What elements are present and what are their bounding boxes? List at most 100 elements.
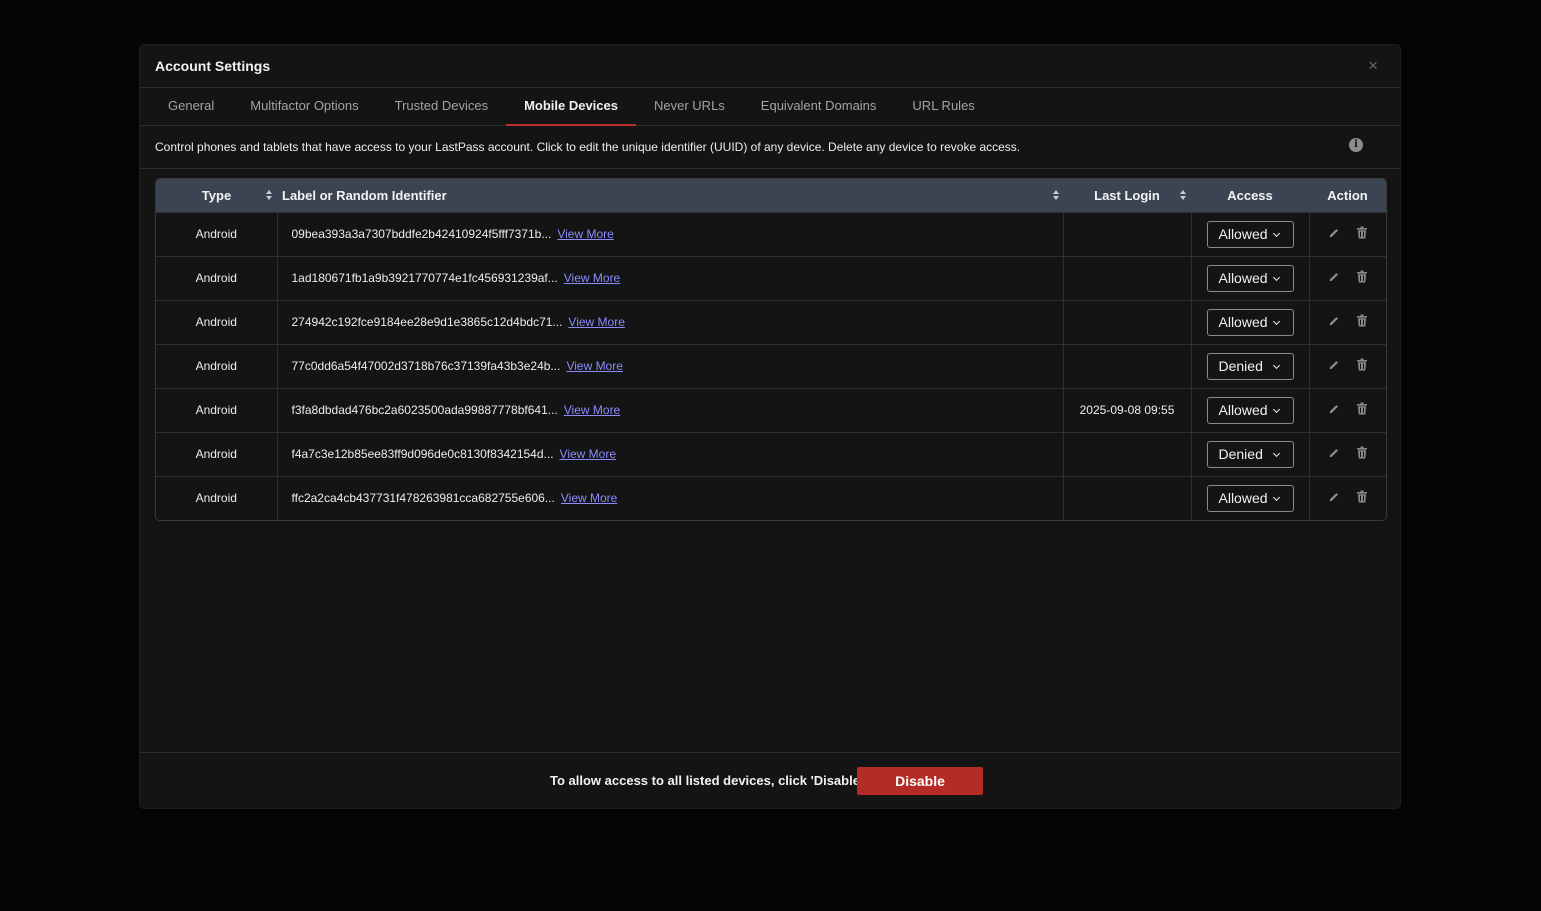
chevron-down-icon	[1272, 449, 1280, 457]
footer-text: To allow access to all listed devices, c…	[550, 773, 864, 788]
device-type: Android	[156, 388, 278, 432]
view-more-link[interactable]: View More	[564, 271, 620, 285]
last-login	[1063, 476, 1192, 520]
tab-general[interactable]: General	[150, 88, 232, 125]
access-cell: Allowed	[1191, 212, 1310, 256]
device-identifier-cell[interactable]: 77c0dd6a54f47002d3718b76c37139fa43b3e24b…	[277, 344, 1064, 388]
chevron-down-icon	[1272, 317, 1280, 325]
device-identifier[interactable]: 1ad180671fb1a9b3921770774e1fc456931239af…	[292, 271, 558, 285]
trash-icon[interactable]	[1356, 490, 1368, 506]
access-value: Denied	[1218, 445, 1263, 462]
chevron-down-icon	[1272, 405, 1280, 413]
tab-never-urls[interactable]: Never URLs	[636, 88, 743, 125]
pencil-icon[interactable]	[1328, 227, 1340, 242]
last-login	[1063, 300, 1192, 344]
view-more-link[interactable]: View More	[566, 359, 622, 373]
access-value: Allowed	[1218, 489, 1268, 506]
close-icon[interactable]: ×	[1368, 56, 1378, 76]
chevron-down-icon	[1272, 273, 1280, 281]
label-header-label: Label or Random Identifier	[282, 187, 447, 203]
device-identifier-cell[interactable]: f3fa8dbdad476bc2a6023500ada99887778bf641…	[277, 388, 1064, 432]
sort-icon[interactable]	[266, 190, 272, 200]
access-cell: Allowed	[1191, 300, 1310, 344]
trash-icon[interactable]	[1356, 358, 1368, 374]
tab-equivalent-domains[interactable]: Equivalent Domains	[743, 88, 895, 125]
last-login	[1063, 432, 1192, 476]
access-select[interactable]: Allowed	[1206, 484, 1294, 512]
account-settings-modal: Account Settings × General Multifactor O…	[140, 45, 1400, 808]
info-icon[interactable]: i	[1349, 138, 1363, 152]
pencil-icon[interactable]	[1328, 403, 1340, 418]
access-header: Access	[1191, 179, 1309, 212]
modal-title: Account Settings	[155, 58, 271, 74]
device-identifier-cell[interactable]: 09bea393a3a7307bddfe2b42410924f5fff7371b…	[277, 212, 1064, 256]
device-identifier[interactable]: 274942c192fce9184ee28e9d1e3865c12d4bdc71…	[292, 315, 563, 329]
action-cell	[1309, 212, 1386, 256]
sort-icon[interactable]	[1053, 190, 1059, 200]
device-identifier[interactable]: f4a7c3e12b85ee83ff9d096de0c8130f8342154d…	[292, 447, 554, 461]
last-login-header[interactable]: Last Login	[1063, 179, 1191, 212]
device-identifier[interactable]: f3fa8dbdad476bc2a6023500ada99887778bf641…	[292, 403, 558, 417]
sort-icon[interactable]	[1180, 190, 1186, 200]
last-login	[1063, 212, 1192, 256]
table-row: Android ffc2a2ca4cb437731f478263981cca682…	[156, 476, 1386, 520]
pencil-icon[interactable]	[1328, 491, 1340, 506]
description-bar: Control phones and tablets that have acc…	[140, 126, 1400, 169]
table-row: Android 77c0dd6a54f47002d3718b76c37139fa4…	[156, 344, 1386, 388]
last-login-header-label: Last Login	[1094, 187, 1160, 203]
access-cell: Allowed	[1191, 476, 1310, 520]
access-select[interactable]: Allowed	[1206, 308, 1294, 336]
device-type: Android	[156, 300, 278, 344]
table-body: Android 09bea393a3a7307bddfe2b42410924f5f…	[156, 212, 1386, 520]
view-more-link[interactable]: View More	[564, 403, 620, 417]
device-type: Android	[156, 256, 278, 300]
device-type: Android	[156, 476, 278, 520]
view-more-link[interactable]: View More	[561, 491, 617, 505]
device-identifier[interactable]: ffc2a2ca4cb437731f478263981cca682755e606…	[292, 491, 555, 505]
view-more-link[interactable]: View More	[560, 447, 616, 461]
device-identifier-cell[interactable]: 1ad180671fb1a9b3921770774e1fc456931239af…	[277, 256, 1064, 300]
view-more-link[interactable]: View More	[568, 315, 624, 329]
access-select[interactable]: Denied	[1206, 352, 1294, 380]
access-value: Allowed	[1218, 401, 1268, 418]
trash-icon[interactable]	[1356, 446, 1368, 462]
device-identifier[interactable]: 09bea393a3a7307bddfe2b42410924f5fff7371b…	[292, 227, 552, 241]
access-header-label: Access	[1227, 187, 1273, 203]
access-value: Allowed	[1218, 313, 1268, 330]
tab-mobile-devices[interactable]: Mobile Devices	[506, 88, 636, 126]
access-select[interactable]: Denied	[1206, 440, 1294, 468]
action-cell	[1309, 388, 1386, 432]
modal-footer: To allow access to all listed devices, c…	[140, 752, 1400, 809]
pencil-icon[interactable]	[1328, 359, 1340, 374]
device-identifier[interactable]: 77c0dd6a54f47002d3718b76c37139fa43b3e24b…	[292, 359, 561, 373]
action-cell	[1309, 256, 1386, 300]
type-header[interactable]: Type	[156, 179, 277, 212]
action-cell	[1309, 344, 1386, 388]
access-select[interactable]: Allowed	[1206, 264, 1294, 292]
table-row: Android 274942c192fce9184ee28e9d1e3865c12…	[156, 300, 1386, 344]
tab-bar: General Multifactor Options Trusted Devi…	[140, 88, 1400, 126]
access-select[interactable]: Allowed	[1206, 396, 1294, 424]
device-identifier-cell[interactable]: f4a7c3e12b85ee83ff9d096de0c8130f8342154d…	[277, 432, 1064, 476]
tab-multifactor-options[interactable]: Multifactor Options	[232, 88, 376, 125]
trash-icon[interactable]	[1356, 314, 1368, 330]
mobile-devices-table: Type Label or Random Identifier Last Log…	[155, 178, 1387, 521]
table-row: Android f3fa8dbdad476bc2a6023500ada998877…	[156, 388, 1386, 432]
trash-icon[interactable]	[1356, 402, 1368, 418]
access-select[interactable]: Allowed	[1206, 220, 1294, 248]
access-value: Allowed	[1218, 225, 1268, 242]
device-identifier-cell[interactable]: 274942c192fce9184ee28e9d1e3865c12d4bdc71…	[277, 300, 1064, 344]
type-header-label: Type	[201, 187, 232, 203]
pencil-icon[interactable]	[1328, 447, 1340, 462]
trash-icon[interactable]	[1356, 226, 1368, 242]
trash-icon[interactable]	[1356, 270, 1368, 286]
device-identifier-cell[interactable]: ffc2a2ca4cb437731f478263981cca682755e606…	[277, 476, 1064, 520]
tab-trusted-devices[interactable]: Trusted Devices	[377, 88, 506, 125]
access-value: Allowed	[1218, 269, 1268, 286]
view-more-link[interactable]: View More	[557, 227, 613, 241]
pencil-icon[interactable]	[1328, 315, 1340, 330]
disable-button[interactable]: Disable	[857, 767, 983, 795]
label-header[interactable]: Label or Random Identifier	[277, 179, 1063, 212]
tab-url-rules[interactable]: URL Rules	[894, 88, 992, 125]
pencil-icon[interactable]	[1328, 271, 1340, 286]
